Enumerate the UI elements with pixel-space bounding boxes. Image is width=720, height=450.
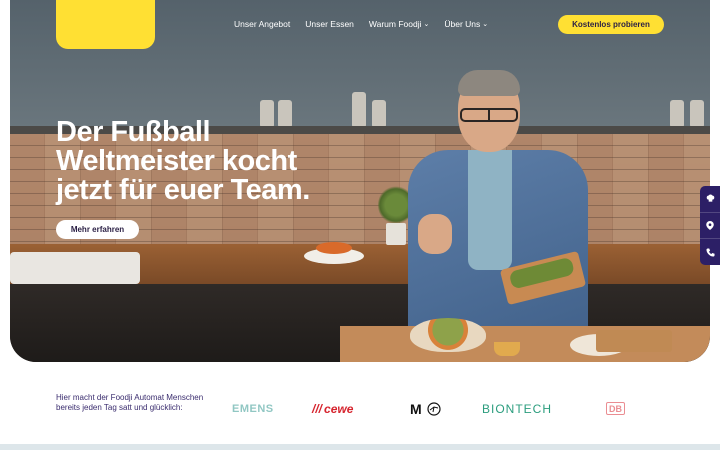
logo[interactable] xyxy=(56,0,155,49)
jar-decor xyxy=(372,100,386,128)
jar-decor xyxy=(690,100,704,128)
page: Unser Angebot Unser Essen Warum Foodji ⌄… xyxy=(0,0,720,450)
brand-logo-biontech: BIONTECH xyxy=(482,402,553,416)
brand-logo-cewe: /// cewe xyxy=(312,402,353,416)
sauce-cup xyxy=(494,342,520,356)
food-tray xyxy=(596,330,672,352)
brand-logo-db: DB xyxy=(606,402,625,415)
nav-item-warum-foodji[interactable]: Warum Foodji ⌄ xyxy=(369,19,429,29)
section-divider xyxy=(0,444,720,450)
side-tab-chef[interactable] xyxy=(700,186,720,213)
brand-label: M xyxy=(410,401,422,417)
main-nav: Unser Angebot Unser Essen Warum Foodji ⌄… xyxy=(234,17,488,31)
food-plate xyxy=(304,242,364,264)
nav-item-label: Über Uns xyxy=(444,19,481,29)
nav-item-label: Unser Angebot xyxy=(234,19,291,29)
phone-icon xyxy=(705,248,715,257)
chef-portrait xyxy=(408,64,588,362)
learn-more-button[interactable]: Mehr erfahren xyxy=(56,220,139,239)
trust-text: Hier macht der Foodji Automat Menschen b… xyxy=(56,393,204,412)
nav-item-unser-essen[interactable]: Unser Essen xyxy=(305,19,354,29)
side-tab-location[interactable] xyxy=(700,213,720,240)
brand-logo-m: M xyxy=(410,401,441,417)
nav-item-label: Warum Foodji xyxy=(368,19,422,29)
headline-line: jetzt für euer Team. xyxy=(56,174,310,206)
nav-item-label: Unser Essen xyxy=(305,19,354,29)
lufthansa-crane-icon xyxy=(427,402,441,416)
brand-logo-siemens: EMENS xyxy=(232,403,274,415)
side-contact-tabs xyxy=(700,186,720,265)
chef-icon xyxy=(706,194,714,202)
hero-headline: Der Fußball Weltmeister kocht jetzt für … xyxy=(56,118,356,205)
nav-item-ueber-uns[interactable]: Über Uns ⌄ xyxy=(444,19,488,29)
chevron-down-icon: ⌄ xyxy=(482,21,489,28)
headline-line: Der Fußball xyxy=(56,116,211,148)
try-free-button[interactable]: Kostenlos probieren xyxy=(558,15,664,34)
cewe-mark-icon: /// xyxy=(312,402,323,416)
salad-bowl xyxy=(410,318,486,352)
nav-item-unser-angebot[interactable]: Unser Angebot xyxy=(234,19,290,29)
jar-decor xyxy=(670,100,684,128)
brand-label: cewe xyxy=(324,402,354,416)
location-pin-icon xyxy=(706,221,714,230)
side-tab-phone[interactable] xyxy=(700,239,720,265)
chevron-down-icon: ⌄ xyxy=(423,21,430,28)
headline-line: Weltmeister kocht xyxy=(56,145,297,177)
sink xyxy=(10,252,140,284)
